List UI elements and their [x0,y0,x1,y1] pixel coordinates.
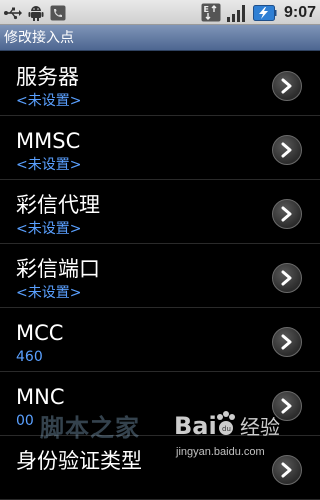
list-item-auth-type[interactable]: 身份验证类型 [0,436,320,500]
list-item-label: 彩信代理 [16,193,100,217]
chevron-right-icon[interactable] [272,199,302,229]
svg-text:E: E [203,5,208,14]
list-item-mmsc[interactable]: MMSC <未设置> [0,116,320,180]
status-bar-right: E 9:07 [201,3,316,22]
list-item-value: 00 [16,413,34,429]
list-item-label: 彩信端口 [16,257,100,281]
list-item-value: <未设置> [16,221,82,237]
list-item-mcc[interactable]: MCC 460 [0,308,320,372]
svg-text:经验: 经验 [240,415,280,439]
network-type-icon: E [201,3,221,22]
list-item-value: <未设置> [16,157,82,173]
chevron-right-icon[interactable] [272,71,302,101]
page-title: 修改接入点 [4,30,74,46]
list-item-label: 服务器 [16,65,79,89]
phone-call-icon [50,5,66,20]
list-item-value: 460 [16,349,43,365]
android-debug-icon [28,6,44,21]
list-item-server[interactable]: 服务器 <未设置> [0,52,320,116]
site-watermark: 脚本之家 [40,414,140,442]
chevron-right-icon[interactable] [272,263,302,293]
svg-text:Bai: Bai [174,412,217,440]
chevron-right-icon[interactable] [272,327,302,357]
status-bar: E 9:07 [0,0,320,25]
baidu-jingyan-watermark: Bai du 经验 [174,411,280,440]
list-item-label: MMSC [16,129,81,153]
list-item-label: MNC [16,385,65,409]
svg-text:du: du [222,425,231,433]
status-bar-left [4,4,66,21]
usb-icon [4,7,22,19]
list-item-label: 身份验证类型 [16,449,142,473]
list-item-label: MCC [16,321,64,345]
chevron-right-icon[interactable] [272,135,302,165]
watermark-url: jingyan.baidu.com [176,446,265,458]
list-item-mms-proxy[interactable]: 彩信代理 <未设置> [0,180,320,244]
signal-strength-icon [226,4,245,22]
list-item-value: <未设置> [16,93,82,109]
list-item-mms-port[interactable]: 彩信端口 <未设置> [0,244,320,308]
status-bar-clock: 9:07 [283,4,316,21]
list-item-value: <未设置> [16,285,82,301]
battery-charging-icon [252,4,277,21]
chevron-right-icon[interactable] [272,455,302,485]
title-bar: 修改接入点 [0,25,320,51]
